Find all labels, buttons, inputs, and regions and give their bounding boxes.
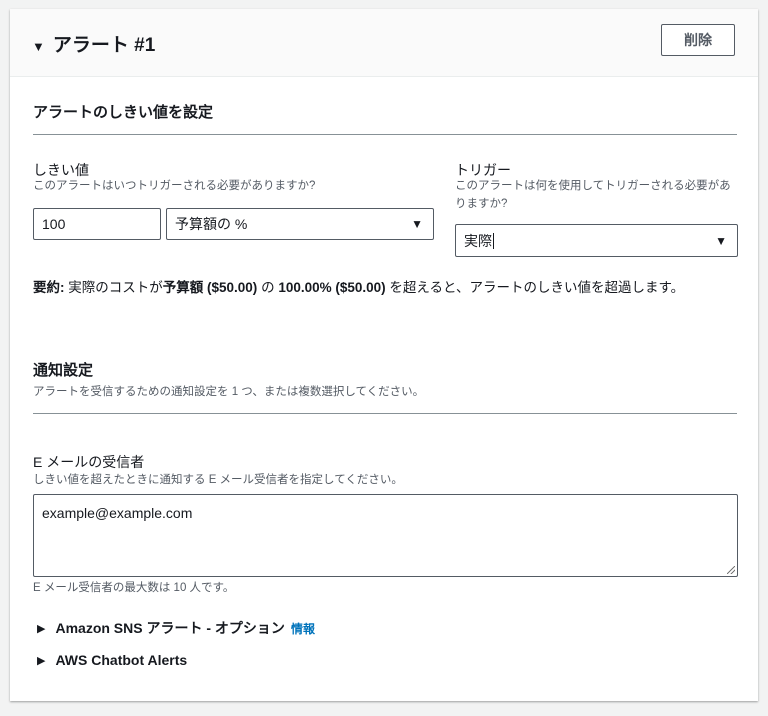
notification-description: アラートを受信するための通知設定を 1 つ、または複数選択してください。 [33, 386, 425, 398]
divider [33, 413, 737, 414]
summary-part: 実際のコストが [64, 280, 163, 295]
email-value: example@example.com [42, 505, 193, 521]
summary-prefix: 要約: [33, 280, 65, 295]
alert-title-toggle[interactable]: ▼ アラート #1 [32, 30, 155, 57]
caret-right-icon: ▶ [37, 654, 46, 667]
alert-header: ▼ アラート #1 削除 [10, 9, 758, 77]
trigger-value: 実際 [464, 232, 492, 249]
threshold-description: このアラートはいつトリガーされる必要がありますか? [33, 180, 316, 192]
alert-title: アラート #1 [52, 35, 156, 56]
trigger-description: このアラートは何を使用してトリガーされる必要がありますか? [455, 180, 731, 210]
summary-text: 要約: 実際のコストが予算額 ($50.00) の 100.00% ($50.0… [33, 275, 739, 301]
notification-heading: 通知設定 [33, 362, 94, 379]
delete-button[interactable]: 削除 [661, 24, 735, 56]
threshold-unit-value: 予算額の % [175, 216, 248, 232]
caret-down-icon: ▼ [411, 217, 423, 231]
email-description: しきい値を超えたときに通知する E メール受信者を指定してください。 [33, 474, 403, 486]
email-textarea[interactable]: example@example.com [33, 494, 738, 577]
info-link[interactable]: 情報 [291, 620, 315, 637]
alert-card: ▼ アラート #1 削除 アラートのしきい値を設定 しきい値 このアラートはいつト… [10, 9, 758, 701]
sns-label: Amazon SNS アラート - オプション [55, 620, 285, 636]
chatbot-expander[interactable]: ▶ AWS Chatbot Alerts [37, 652, 187, 668]
resize-handle-icon[interactable] [727, 566, 735, 574]
caret-down-icon: ▼ [715, 233, 727, 248]
caret-right-icon: ▶ [37, 622, 46, 635]
divider [33, 134, 737, 135]
email-label: E メールの受信者 [33, 454, 145, 470]
threshold-heading: アラートのしきい値を設定 [33, 104, 214, 121]
summary-budget: 予算額 ($50.00) [162, 280, 258, 295]
email-hint: E メール受信者の最大数は 10 人です。 [33, 582, 235, 594]
caret-down-icon: ▼ [32, 39, 45, 54]
chatbot-label: AWS Chatbot Alerts [55, 652, 188, 668]
sns-expander[interactable]: ▶ Amazon SNS アラート - オプション 情報 [37, 618, 315, 638]
threshold-unit-select[interactable]: 予算額の % ▼ [166, 208, 434, 240]
threshold-input[interactable]: 100 [33, 208, 161, 240]
trigger-select[interactable]: 実際 ▼ [455, 224, 738, 257]
summary-part: の [257, 280, 279, 295]
text-cursor [493, 232, 494, 249]
summary-percent: 100.00% ($50.00) [278, 280, 386, 295]
summary-part: を超えると、アラートのしきい値を超過します。 [385, 280, 685, 295]
